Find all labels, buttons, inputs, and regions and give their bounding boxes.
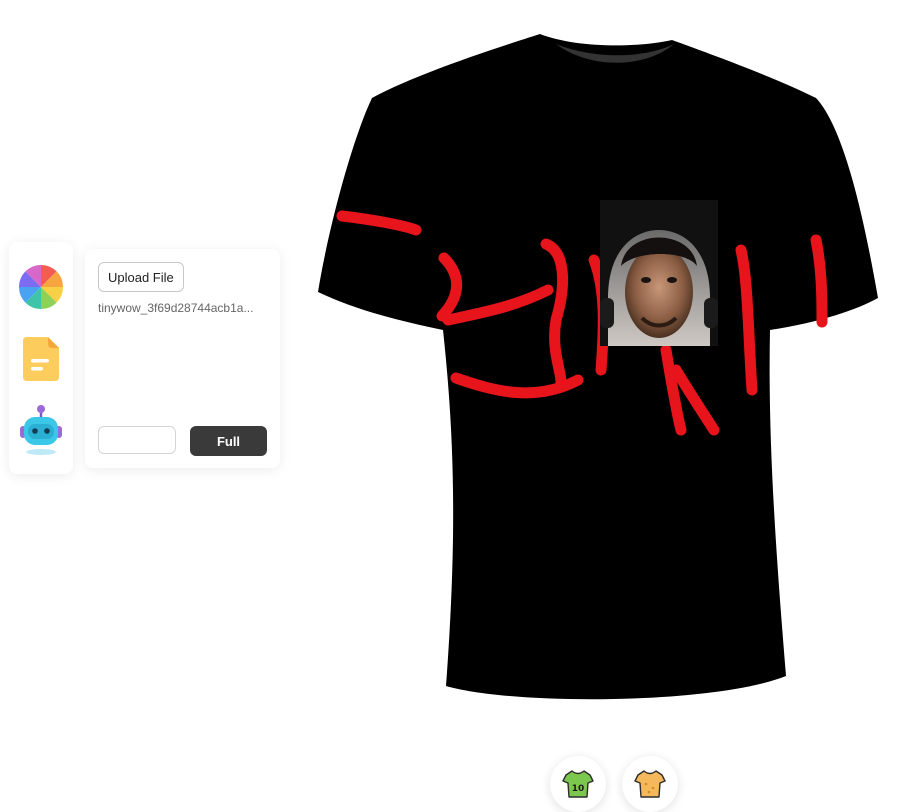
tshirt-icon bbox=[634, 770, 666, 798]
face-print bbox=[600, 200, 718, 346]
robot-icon bbox=[20, 405, 62, 455]
robot-tool-button[interactable] bbox=[18, 405, 64, 455]
jersey-number-label: 10 bbox=[572, 784, 585, 794]
document-tool-button[interactable] bbox=[18, 334, 64, 384]
tshirt-style-button[interactable] bbox=[622, 756, 678, 812]
jersey-number-button[interactable]: 10 bbox=[550, 756, 606, 812]
upload-panel: Upload File tinywow_3f69d28744acb1a... F… bbox=[85, 249, 280, 468]
color-tool-button[interactable] bbox=[18, 262, 64, 312]
full-button[interactable]: Full bbox=[190, 426, 267, 456]
jersey-number-icon: 10 bbox=[562, 770, 594, 798]
color-wheel-icon bbox=[18, 264, 64, 310]
tshirt-illustration bbox=[318, 34, 878, 700]
tshirt-preview[interactable] bbox=[316, 30, 882, 704]
uploaded-filename: tinywow_3f69d28744acb1a... bbox=[98, 301, 254, 315]
left-toolbar bbox=[9, 242, 73, 474]
document-icon bbox=[23, 337, 59, 381]
size-input[interactable] bbox=[98, 426, 176, 454]
upload-file-button[interactable]: Upload File bbox=[98, 262, 184, 292]
